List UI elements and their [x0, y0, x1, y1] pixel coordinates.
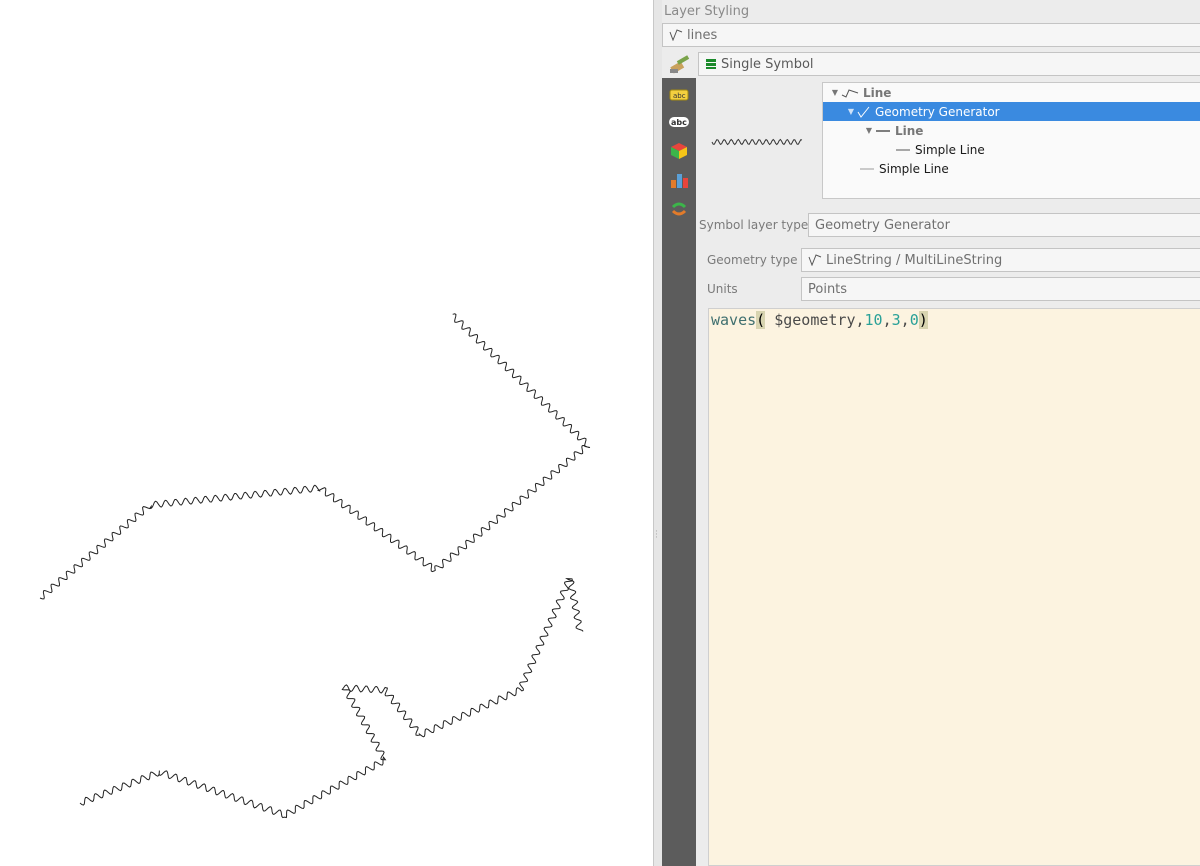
expr-function: waves	[711, 311, 757, 329]
expr-comma: ,	[855, 311, 865, 329]
line-geometry-icon	[808, 254, 822, 266]
tree-row-line-child[interactable]: ▼ Line	[823, 121, 1200, 140]
symbol-layer-tree[interactable]: ▼ Line ▼ Geometry Generator ▼ Line Simpl…	[822, 82, 1200, 199]
geometry-type-value: LineString / MultiLineString	[826, 252, 1003, 268]
tree-row-label: Geometry Generator	[875, 104, 1000, 119]
renderer-select-value: Single Symbol	[721, 56, 814, 72]
units-label: Units	[707, 282, 738, 296]
symbol-layer-type-value: Geometry Generator	[815, 217, 950, 233]
svg-text:abc: abc	[673, 92, 686, 100]
layer-styling-panel: Layer Styling lines Single Symbol abc ab…	[662, 0, 1200, 866]
tree-row-label: Line	[895, 123, 924, 138]
expr-open-paren: (	[756, 311, 766, 329]
labels-icon[interactable]: abc	[666, 84, 692, 106]
panel-title: Layer Styling	[664, 4, 750, 19]
expr-comma: ,	[900, 311, 910, 329]
units-select[interactable]: Points	[801, 277, 1200, 301]
simple-line-icon	[860, 168, 874, 169]
expr-geometry-arg: $geometry	[765, 311, 856, 329]
tree-row-label: Simple Line	[915, 142, 985, 157]
renderer-select[interactable]: Single Symbol	[698, 52, 1200, 76]
expr-number: 10	[864, 311, 883, 329]
tree-row-line-root[interactable]: ▼ Line	[823, 83, 1200, 102]
map-canvas[interactable]	[0, 0, 654, 866]
tree-row-label: Line	[863, 85, 892, 100]
styling-sidebar: abc abc	[662, 78, 696, 866]
expand-arrow-icon[interactable]: ▼	[829, 88, 841, 97]
paint-brush-icon[interactable]	[668, 55, 692, 75]
expr-number: 3	[891, 311, 901, 329]
expr-number: 0	[909, 311, 919, 329]
expression-editor[interactable]: waves( $geometry,10,3,0)	[708, 308, 1200, 866]
tree-row-label: Simple Line	[879, 161, 949, 176]
symbol-layer-type-label: Symbol layer type	[699, 218, 809, 232]
line-icon	[876, 129, 890, 132]
expand-arrow-icon[interactable]: ▼	[863, 126, 875, 135]
layer-select-value: lines	[687, 27, 718, 43]
line-symbol-icon	[841, 88, 859, 98]
abc-labels-icon[interactable]: abc	[666, 111, 692, 133]
tree-row-simple-line-nested[interactable]: Simple Line	[823, 140, 1200, 159]
panel-splitter[interactable]	[654, 0, 662, 866]
units-value: Points	[808, 281, 848, 297]
history-icon[interactable]	[666, 198, 692, 220]
wavy-lines-map	[39, 313, 591, 819]
splitter-handle[interactable]: · · ·	[655, 528, 661, 543]
line-layer-icon	[669, 29, 683, 41]
simple-line-icon	[896, 149, 910, 150]
expr-comma: ,	[882, 311, 892, 329]
tree-row-simple-line[interactable]: Simple Line	[823, 159, 1200, 178]
svg-text:abc: abc	[671, 118, 687, 127]
geometry-type-label: Geometry type	[707, 253, 798, 267]
wavy-line-feature	[79, 577, 584, 819]
tree-row-geometry-generator[interactable]: ▼ Geometry Generator	[823, 102, 1200, 121]
geometry-generator-icon	[857, 106, 870, 118]
wavy-line-feature	[39, 313, 591, 600]
layer-select[interactable]: lines	[662, 23, 1200, 47]
geometry-type-select[interactable]: LineString / MultiLineString	[801, 248, 1200, 272]
3d-view-icon[interactable]	[666, 140, 692, 162]
expand-arrow-icon[interactable]: ▼	[845, 107, 857, 116]
symbol-layer-type-select[interactable]: Geometry Generator	[808, 213, 1200, 237]
symbol-preview	[700, 82, 816, 202]
expr-close-paren: )	[918, 311, 928, 329]
diagrams-icon[interactable]	[666, 169, 692, 191]
single-symbol-icon	[706, 59, 716, 69]
